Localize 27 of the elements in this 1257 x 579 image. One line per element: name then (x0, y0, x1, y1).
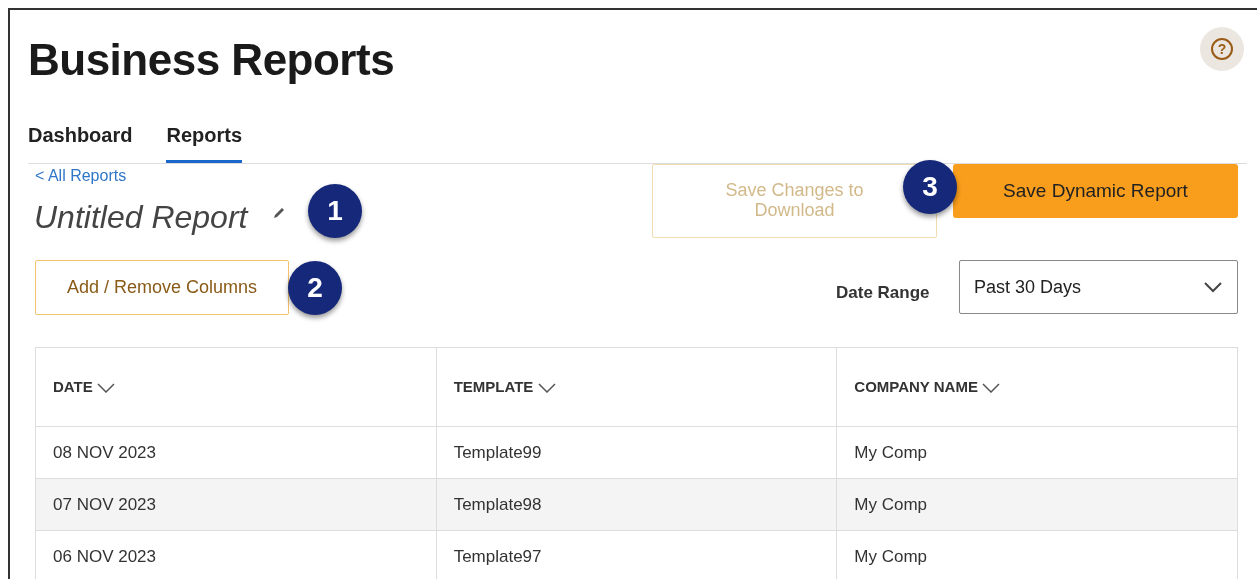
chevron-down-icon[interactable] (1203, 281, 1223, 293)
help-button[interactable]: ? (1200, 27, 1244, 71)
column-header[interactable]: TEMPLATE (436, 347, 837, 427)
tab[interactable]: Dashboard (28, 118, 133, 163)
step-marker: 2 (288, 261, 342, 315)
table-cell: My Comp (836, 478, 1238, 531)
save-report-button[interactable]: Save Dynamic Report (953, 164, 1238, 218)
table-cell: 08 NOV 2023 (35, 426, 437, 479)
back-link[interactable]: < All Reports (35, 164, 127, 188)
pencil-icon[interactable] (272, 206, 286, 220)
columns-button[interactable]: Add / Remove Columns (35, 260, 289, 315)
column-header[interactable]: COMPANY NAME (836, 347, 1238, 427)
table-cell: My Comp (836, 426, 1238, 479)
sort-icon[interactable] (96, 382, 115, 393)
page-title: Business Reports (28, 34, 395, 86)
report-title: Untitled Report (34, 198, 248, 237)
date-range-label: Date Range (836, 282, 930, 304)
table-cell: 06 NOV 2023 (35, 530, 437, 579)
table-cell: Template98 (436, 478, 837, 531)
column-header[interactable]: DATE (35, 347, 437, 427)
sort-icon[interactable] (537, 382, 556, 393)
table-cell: Template99 (436, 426, 837, 479)
date-range-select[interactable]: Past 30 Days (959, 260, 1238, 314)
table-cell: 07 NOV 2023 (35, 478, 437, 531)
tab[interactable]: Reports (166, 118, 243, 163)
sort-icon[interactable] (982, 382, 1001, 393)
step-marker: 1 (308, 184, 362, 238)
